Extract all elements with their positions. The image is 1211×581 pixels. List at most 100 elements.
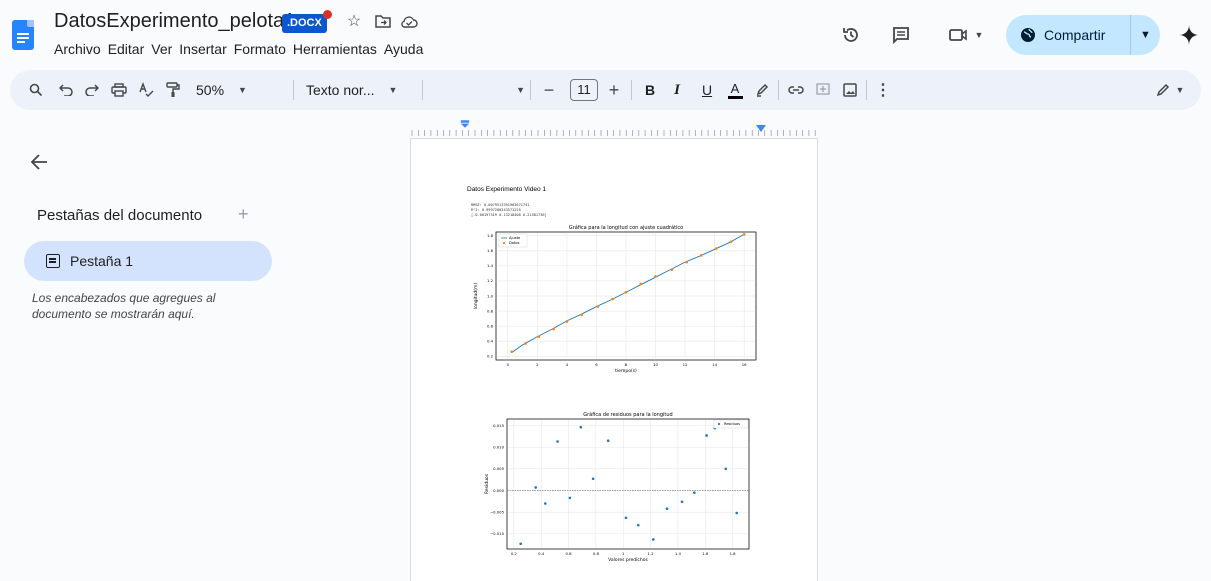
headings-hint: Los encabezados que agregues al document… [32,291,216,321]
pencil-icon [1156,83,1169,97]
add-comment-icon[interactable] [812,78,834,102]
data-point [624,516,628,520]
coefficients-line: [-0.00197319 0.13218408 0.21581736] [471,213,547,217]
menu-editar[interactable]: Editar [108,41,145,57]
italic-button[interactable]: I [666,78,688,102]
highlight-color-icon[interactable] [751,78,773,102]
cloud-status-icon[interactable] [398,10,420,32]
menu-bar: Archivo Editar Ver Insertar Formato Herr… [54,41,430,57]
font-family-select[interactable]: ▼ [430,78,525,102]
data-point [742,232,746,236]
legend-label: Datos [509,241,520,245]
legend-label: Residuos [724,422,740,426]
bold-button[interactable]: B [639,78,661,102]
sidebar-tab-pestana-1[interactable]: Pestaña 1 [24,241,272,281]
data-point [580,313,583,317]
document-page[interactable]: Datos Experimento Video 1 RMSE: 0.007951… [410,138,818,581]
x-tick-label: 1.8 [730,551,737,556]
text-color-button[interactable]: A [724,78,746,102]
share-button[interactable]: Compartir ▼ [1006,15,1160,55]
docx-format-badge: .DOCX [282,14,327,33]
notification-dot [323,10,332,19]
redo-icon[interactable] [80,78,104,102]
legend-point-swatch [502,241,506,245]
toolbar-divider [778,80,779,100]
x-tick-label: 1.6 [702,551,709,556]
docs-logo-icon[interactable] [12,20,34,50]
x-tick-label: 10 [653,362,658,367]
y-axis-label: longitud(m) [473,283,479,310]
data-point [665,507,669,510]
insert-link-icon[interactable] [785,78,807,102]
chart-title: Gráfica de residuos para la longitud [583,411,672,418]
data-point [700,254,703,257]
data-point [636,523,640,527]
toolbar-divider [293,80,294,100]
x-tick-label: 0 [507,362,510,367]
data-point [568,496,572,500]
font-size-input[interactable]: 11 [570,79,598,101]
meet-dropdown-icon[interactable]: ▼ [975,30,984,40]
increase-font-size-icon[interactable]: + [602,78,626,102]
x-tick-label: 14 [712,362,717,367]
undo-icon[interactable] [54,78,78,102]
paint-format-icon[interactable] [161,78,185,102]
star-icon[interactable]: ☆ [343,10,365,32]
decrease-font-size-icon[interactable]: − [537,78,561,102]
print-icon[interactable] [107,78,131,102]
x-tick-label: 8 [625,362,628,367]
menu-insertar[interactable]: Insertar [179,41,226,57]
meet-call-icon[interactable]: ▼ [945,22,987,48]
page-heading: Datos Experimento Video 1 [467,186,547,193]
menu-herramientas[interactable]: Herramientas [293,41,377,57]
x-tick-label: 16 [742,362,747,367]
left-indent-marker-icon[interactable] [460,120,470,128]
insert-image-icon[interactable] [839,78,861,102]
horizontal-ruler[interactable] [410,120,818,136]
more-options-icon[interactable]: ⋮ [872,78,894,102]
comments-icon[interactable] [888,22,914,48]
y-tick-label: −0.005 [490,509,505,514]
gemini-sparkle-icon[interactable] [1176,22,1202,48]
x-tick-label: 0.6 [566,551,573,556]
move-to-folder-icon[interactable] [372,10,394,32]
plot-area [506,418,750,550]
chart-title: Gráfica para la longitud con ajuste cuad… [569,224,683,231]
data-point [639,282,643,286]
data-point [552,327,555,331]
y-tick-label: −0.010 [490,531,505,536]
menu-archivo[interactable]: Archivo [54,41,101,57]
back-arrow-icon[interactable] [30,150,48,176]
version-history-icon[interactable] [838,22,864,48]
document-title[interactable]: DatosExperimento_pelota1 [54,10,295,33]
zoom-select[interactable]: 50% ▼ [190,78,256,102]
share-main-button[interactable]: Compartir [1006,15,1131,55]
data-point [714,247,718,250]
editing-mode-button[interactable]: ▼ [1150,78,1190,102]
toolbar-divider [866,80,867,100]
font-dropdown-icon: ▼ [516,85,525,95]
document-tabs-heading: Pestañas del documento [37,207,203,224]
legend-point-swatch [717,422,721,426]
data-point [654,275,657,278]
search-menus-icon[interactable] [24,78,48,102]
underline-button[interactable]: U [696,78,718,102]
y-tick-label: 0.2 [487,354,494,359]
menu-ver[interactable]: Ver [151,41,172,57]
formatting-toolbar: 50% ▼ Texto nor... ▼ ▼ − 11 + B I U A ⋮ … [10,70,1201,110]
menu-formato[interactable]: Formato [234,41,286,57]
data-point [729,240,733,244]
y-tick-label: 0.6 [487,323,494,328]
y-tick-label: 0.005 [493,466,504,471]
tab-document-icon [46,254,60,268]
spellcheck-icon[interactable] [134,78,158,102]
add-tab-button[interactable]: + [238,204,249,225]
menu-ayuda[interactable]: Ayuda [384,41,423,57]
share-dropdown-icon[interactable]: ▼ [1131,29,1160,41]
fit-statistics: RMSE: 0.0079513391983671741 R^2: 0.99972… [471,203,547,218]
paragraph-style-select[interactable]: Texto nor... ▼ [300,78,416,102]
text-color-swatch [727,95,743,99]
data-point [591,477,595,481]
right-indent-marker-icon[interactable] [756,125,766,133]
y-tick-label: 1.8 [487,233,494,238]
